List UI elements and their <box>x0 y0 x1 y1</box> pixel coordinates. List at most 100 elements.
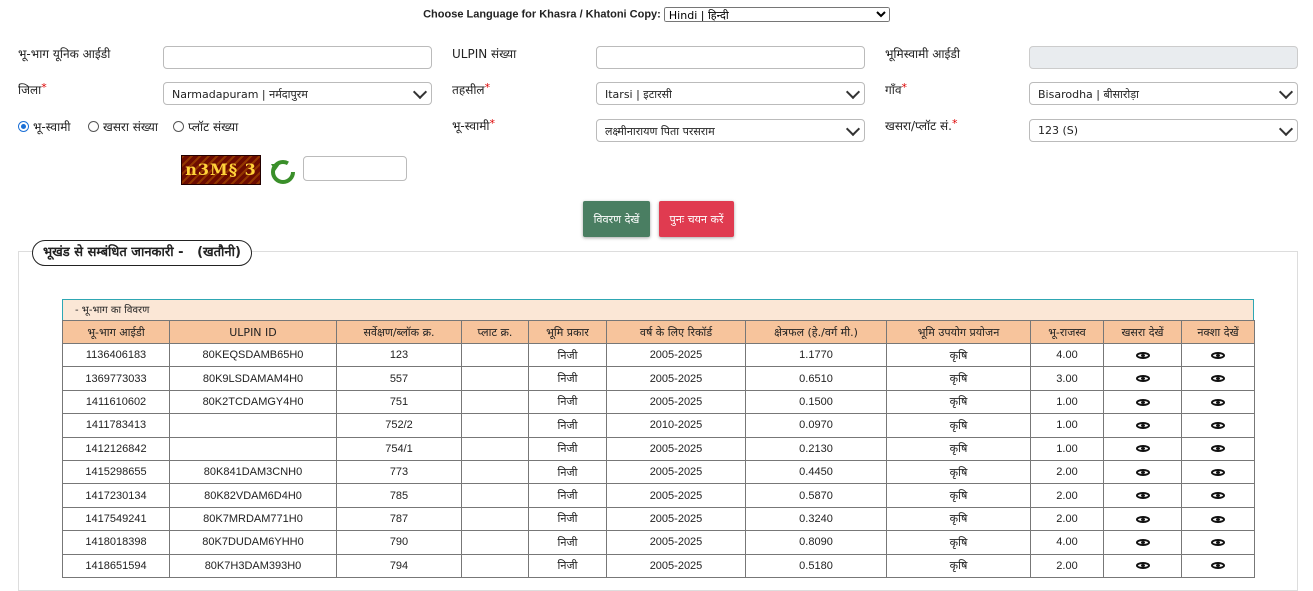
owner-value: लक्ष्मीनारायण पिता परसराम <box>605 125 715 138</box>
view-map-cell[interactable] <box>1181 389 1255 415</box>
eye-icon[interactable] <box>1211 375 1225 383</box>
table-cell: 2005-2025 <box>606 436 746 461</box>
view-khasra-cell[interactable] <box>1103 436 1182 461</box>
table-cell: 0.6510 <box>745 366 887 391</box>
table-cell: 0.2130 <box>745 436 887 461</box>
language-label: Choose Language for Khasra / Khatoni Cop… <box>423 8 661 21</box>
district-select[interactable]: Narmadapuram | नर्मदापुरम <box>163 82 432 105</box>
eye-icon[interactable] <box>1135 398 1150 406</box>
column-header: नक्शा देखें <box>1181 320 1255 344</box>
table-cell <box>461 459 529 485</box>
eye-icon[interactable] <box>1211 492 1225 500</box>
village-label: गाँव* <box>885 81 908 97</box>
table-cell: 790 <box>336 530 462 555</box>
tehsil-select[interactable]: Itarsi | इटारसी <box>596 82 865 105</box>
table-cell: निजी <box>528 342 607 368</box>
view-map-cell[interactable] <box>1181 530 1255 555</box>
table-cell: 4.00 <box>1030 530 1104 555</box>
view-khasra-cell[interactable] <box>1103 413 1182 438</box>
eye-icon[interactable] <box>1135 445 1150 453</box>
unique-id-input[interactable] <box>163 46 432 69</box>
column-header: भू-भाग आईडी <box>62 320 170 344</box>
table-cell: 80K2TCDAMGY4H0 <box>169 389 337 415</box>
view-khasra-cell[interactable] <box>1103 553 1182 578</box>
table-cell: कृषि <box>886 342 1031 368</box>
khasra-label: खसरा/प्लॉट सं.* <box>885 117 958 133</box>
eye-icon[interactable] <box>1135 351 1150 359</box>
view-khasra-cell[interactable] <box>1103 342 1182 368</box>
table-cell: 0.4450 <box>745 459 887 485</box>
eye-icon[interactable] <box>1211 351 1225 359</box>
eye-icon[interactable] <box>1135 562 1150 570</box>
eye-icon[interactable] <box>1211 515 1225 523</box>
table-cell: कृषि <box>886 483 1031 508</box>
refresh-icon[interactable] <box>268 156 298 186</box>
column-header: क्षेत्रफल (हे./वर्ग मी.) <box>745 320 887 344</box>
table-cell: निजी <box>528 506 607 532</box>
table-cell: कृषि <box>886 436 1031 461</box>
ulpin-input[interactable] <box>596 46 865 69</box>
land-table: भू-भाग आईडी ULPIN ID सर्वेक्षण/ब्लॉक क्र. प… <box>62 320 1255 578</box>
eye-icon[interactable] <box>1211 421 1225 429</box>
table-cell: 2005-2025 <box>606 459 746 485</box>
table-cell: 752/2 <box>336 413 462 438</box>
table-cell: 80K7MRDAM771H0 <box>169 506 337 532</box>
table-cell: 123 <box>336 342 462 368</box>
village-value: Bisarodha | बीसारोड़ा <box>1038 88 1139 101</box>
view-khasra-cell[interactable] <box>1103 530 1182 555</box>
unique-id-label: भू-भाग यूनिक आईडी <box>18 47 111 61</box>
table-cell: 751 <box>336 389 462 415</box>
column-header: भूमि प्रकार <box>528 320 607 344</box>
view-details-button[interactable]: विवरण देखें <box>583 201 650 237</box>
table-cell: 1417549241 <box>62 506 170 532</box>
language-select[interactable]: Hindi | हिन्दी <box>663 7 890 22</box>
table-row: 1136406183 80KEQSDAMB65H0 123 निजी 2005-2025… <box>62 342 1255 368</box>
captcha-input[interactable] <box>303 156 407 181</box>
table-cell: कृषि <box>886 530 1031 555</box>
eye-icon[interactable] <box>1211 562 1225 570</box>
view-map-cell[interactable] <box>1181 413 1255 438</box>
table-cell: कृषि <box>886 366 1031 391</box>
eye-icon[interactable] <box>1135 492 1150 500</box>
radio-plot[interactable]: प्लॉट संख्या <box>173 118 238 135</box>
table-cell: कृषि <box>886 506 1031 532</box>
eye-icon[interactable] <box>1211 398 1225 406</box>
view-khasra-cell[interactable] <box>1103 459 1182 485</box>
eye-icon[interactable] <box>1211 538 1225 546</box>
view-map-cell[interactable] <box>1181 436 1255 461</box>
column-header: प्लाट क्र. <box>461 320 529 344</box>
table-cell: निजी <box>528 459 607 485</box>
table-cell <box>461 436 529 461</box>
eye-icon[interactable] <box>1211 445 1225 453</box>
view-map-cell[interactable] <box>1181 483 1255 508</box>
view-khasra-cell[interactable] <box>1103 483 1182 508</box>
view-map-cell[interactable] <box>1181 459 1255 485</box>
view-map-cell[interactable] <box>1181 342 1255 368</box>
column-header: भूमि उपयोग प्रयोजन <box>886 320 1031 344</box>
village-select[interactable]: Bisarodha | बीसारोड़ा <box>1029 82 1298 105</box>
eye-icon[interactable] <box>1135 468 1150 476</box>
view-map-cell[interactable] <box>1181 366 1255 391</box>
eye-icon[interactable] <box>1135 515 1150 523</box>
view-khasra-cell[interactable] <box>1103 506 1182 532</box>
chevron-down-icon <box>845 121 861 137</box>
eye-icon[interactable] <box>1135 421 1150 429</box>
view-khasra-cell[interactable] <box>1103 389 1182 415</box>
table-cell: 0.8090 <box>745 530 887 555</box>
table-cell <box>461 506 529 532</box>
radio-owner[interactable]: भू-स्वामी <box>18 118 71 135</box>
view-khasra-cell[interactable] <box>1103 366 1182 391</box>
eye-icon[interactable] <box>1135 538 1150 546</box>
radio-khasra[interactable]: खसरा संख्या <box>88 118 158 135</box>
view-map-cell[interactable] <box>1181 553 1255 578</box>
owner-select[interactable]: लक्ष्मीनारायण पिता परसराम <box>596 119 865 142</box>
land-table-wrap: - भू-भाग का विवरण भू-भाग आईडी ULPIN ID सर्… <box>62 299 1255 578</box>
khasra-select[interactable]: 123 (S) <box>1029 119 1298 142</box>
eye-icon[interactable] <box>1135 375 1150 383</box>
view-map-cell[interactable] <box>1181 506 1255 532</box>
reset-button[interactable]: पुनः चयन करें <box>659 201 734 237</box>
table-cell: 1417230134 <box>62 483 170 508</box>
eye-icon[interactable] <box>1211 468 1225 476</box>
district-value: Narmadapuram | नर्मदापुरम <box>172 88 308 101</box>
table-cell: 1415298655 <box>62 459 170 485</box>
